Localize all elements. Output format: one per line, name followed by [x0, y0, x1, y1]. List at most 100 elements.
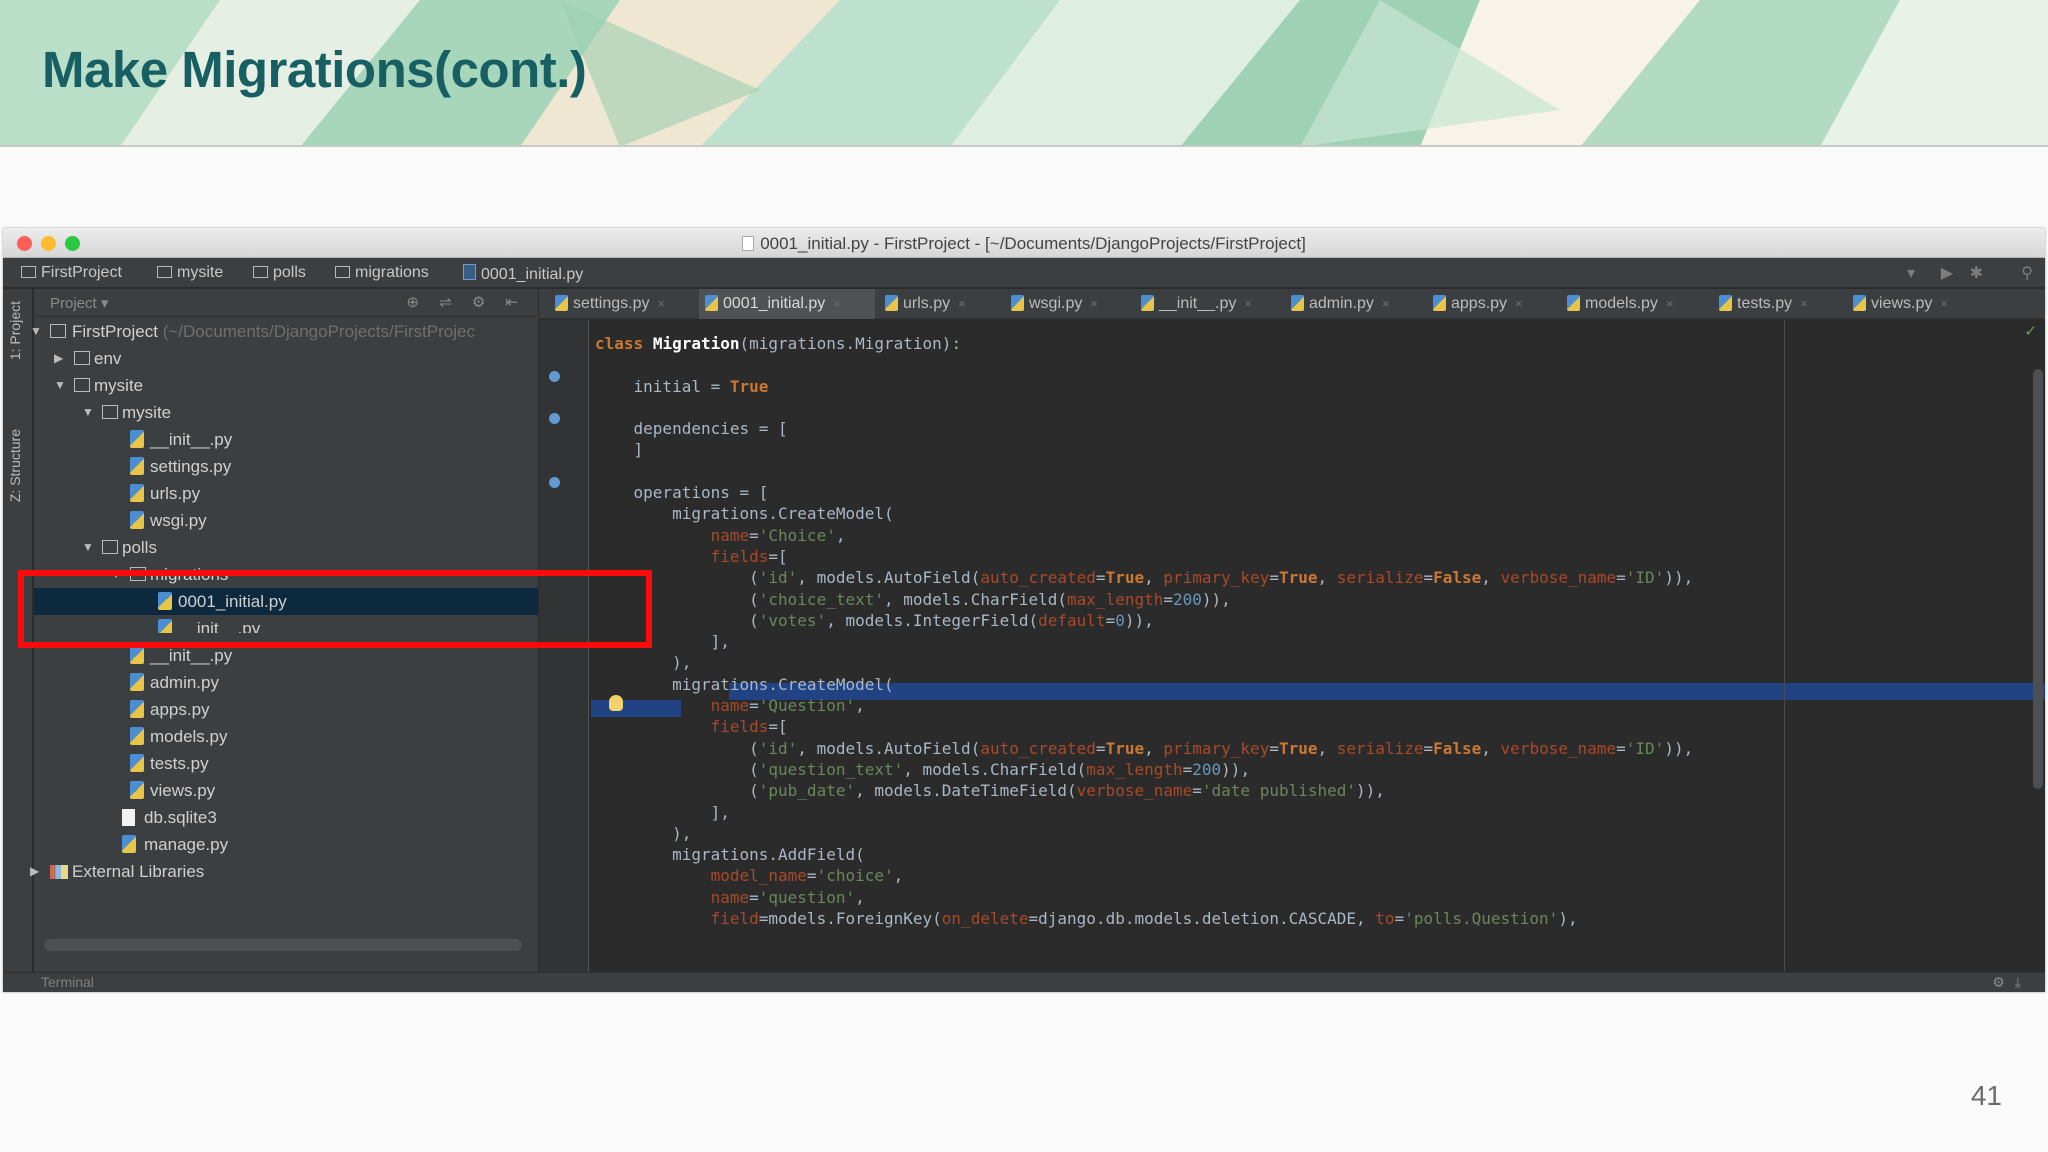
tree-item-external-libraries[interactable]: ▶ External Libraries: [30, 858, 538, 885]
debug-icon[interactable]: ✱: [1970, 263, 1983, 283]
terminal-tab[interactable]: Terminal: [41, 974, 94, 990]
project-panel: Project ▾ ⊕ ⇌ ⚙ ⇤ ▼ FirstProject (~/Docu…: [30, 289, 538, 972]
run-config-dropdown[interactable]: ▾: [1907, 263, 1915, 283]
page-number: 41: [1970, 1080, 2002, 1111]
tree-item-file[interactable]: wsgi.py: [34, 507, 538, 534]
tab-apps[interactable]: apps.py ×: [1427, 289, 1557, 319]
horizontal-scrollbar[interactable]: [44, 939, 522, 951]
tree-item-file[interactable]: settings.py: [34, 453, 538, 480]
code-text[interactable]: class Migration(migrations.Migration): i…: [595, 333, 1693, 929]
tree-item-mysite[interactable]: ▼ mysite: [34, 372, 538, 399]
close-tab-icon[interactable]: ×: [1244, 296, 1252, 311]
tree-item-file[interactable]: __init__.py: [34, 615, 538, 633]
folder-icon: [102, 540, 118, 554]
close-tab-icon[interactable]: ×: [1090, 296, 1098, 311]
tree-item-label: wsgi.py: [150, 511, 207, 530]
expand-arrow-icon[interactable]: ▼: [82, 534, 94, 561]
project-panel-tools[interactable]: ⊕ ⇌ ⚙ ⇤: [406, 293, 526, 311]
tree-item-mysite-inner[interactable]: ▼ mysite: [34, 399, 538, 426]
search-icon[interactable]: ⚲: [2021, 263, 2033, 283]
editor-gutter[interactable]: [539, 320, 589, 972]
code-editor[interactable]: settings.py × 0001_initial.py × urls.py × w…: [539, 289, 2045, 972]
tab-admin[interactable]: admin.py ×: [1285, 289, 1423, 319]
tree-item-label: manage.py: [144, 835, 229, 854]
expand-arrow-icon[interactable]: ▼: [30, 318, 42, 345]
tree-item-label: __init__.py: [150, 646, 233, 665]
breadcrumb-file[interactable]: 0001_initial.py: [463, 264, 583, 284]
breadcrumb-mysite[interactable]: mysite: [157, 264, 223, 282]
project-view-selector[interactable]: Project ▾: [50, 294, 108, 312]
tree-item-env[interactable]: ▶ env: [34, 345, 538, 372]
python-file-icon: [130, 754, 144, 772]
tab-settings[interactable]: settings.py ×: [549, 289, 697, 319]
tree-item-db[interactable]: db.sqlite3: [34, 804, 538, 831]
tab-tests[interactable]: tests.py ×: [1713, 289, 1843, 319]
tree-item-file[interactable]: __init__.py: [34, 642, 538, 669]
document-icon: [742, 236, 755, 251]
hide-panel-icon[interactable]: ⤓: [2015, 974, 2031, 990]
tab-wsgi[interactable]: wsgi.py ×: [1005, 289, 1129, 319]
expand-arrow-icon[interactable]: ▼: [82, 399, 94, 426]
tree-item-root[interactable]: ▼ FirstProject (~/Documents/DjangoProjec…: [30, 318, 538, 345]
close-tab-icon[interactable]: ×: [833, 296, 841, 311]
tree-item-file[interactable]: __init__.py: [34, 426, 538, 453]
tree-item-label: External Libraries: [72, 862, 205, 881]
library-icon: [50, 865, 68, 879]
breadcrumb-migrations[interactable]: migrations: [335, 264, 429, 282]
project-tool-tab[interactable]: 1: Project: [7, 301, 23, 360]
tree-item-label: db.sqlite3: [144, 808, 217, 827]
structure-tool-tab[interactable]: Z: Structure: [7, 429, 23, 502]
tree-item-file[interactable]: urls.py: [34, 480, 538, 507]
tab-views[interactable]: views.py ×: [1847, 289, 1977, 319]
close-tab-icon[interactable]: ×: [1515, 296, 1523, 311]
collapse-arrow-icon[interactable]: ▶: [54, 345, 63, 372]
close-tab-icon[interactable]: ×: [1800, 296, 1808, 311]
close-tab-icon[interactable]: ×: [1666, 296, 1674, 311]
vertical-scrollbar[interactable]: [2033, 369, 2043, 789]
run-icon[interactable]: ▶: [1941, 263, 1953, 283]
tab-models[interactable]: models.py ×: [1561, 289, 1709, 319]
tab-urls[interactable]: urls.py ×: [879, 289, 999, 319]
tree-item-file[interactable]: apps.py: [34, 696, 538, 723]
bottom-tools[interactable]: ⚙⤓: [1992, 974, 2031, 991]
breadcrumb-firstproject[interactable]: FirstProject: [21, 264, 122, 282]
python-file-icon: [130, 511, 144, 529]
close-tab-icon[interactable]: ×: [1940, 296, 1948, 311]
expand-arrow-icon[interactable]: ▼: [54, 372, 66, 399]
breadcrumb-label: FirstProject: [41, 264, 122, 281]
close-tab-icon[interactable]: ×: [958, 296, 966, 311]
bottom-tool-bar: Terminal ⚙⤓: [3, 972, 2045, 992]
tab-label: tests.py: [1737, 295, 1793, 312]
tree-item-file[interactable]: tests.py: [34, 750, 538, 777]
tree-item-migrations[interactable]: ▼ migrations: [34, 561, 538, 588]
folder-icon: [253, 266, 268, 278]
window-titlebar: 0001_initial.py - FirstProject - [~/Docu…: [3, 228, 2045, 258]
python-file-icon: [1291, 295, 1304, 311]
tree-item-label: polls: [122, 538, 157, 557]
folder-icon: [102, 405, 118, 419]
tree-item-label: mysite: [94, 376, 144, 395]
breadcrumb-polls[interactable]: polls: [253, 264, 306, 282]
tree-item-label: settings.py: [150, 457, 232, 476]
tree-item-file[interactable]: admin.py: [34, 669, 538, 696]
close-tab-icon[interactable]: ×: [1382, 296, 1390, 311]
python-file-icon: [130, 646, 144, 664]
gear-icon[interactable]: ⚙: [1992, 974, 2015, 990]
collapse-arrow-icon[interactable]: ▶: [30, 858, 39, 885]
tab-init[interactable]: __init__.py ×: [1135, 289, 1279, 319]
tree-item-selected-file[interactable]: 0001_initial.py: [34, 588, 538, 615]
expand-arrow-icon[interactable]: ▼: [110, 561, 122, 588]
tree-item-file[interactable]: models.py: [34, 723, 538, 750]
slide-title: Make Migrations(cont.): [42, 41, 587, 98]
project-panel-header: Project ▾ ⊕ ⇌ ⚙ ⇤: [34, 289, 538, 317]
tree-item-polls[interactable]: ▼ polls: [34, 534, 538, 561]
override-marker-icon[interactable]: [549, 477, 560, 488]
python-file-icon: [130, 781, 144, 799]
tree-item-file[interactable]: manage.py: [34, 831, 538, 858]
python-file-icon: [130, 700, 144, 718]
close-tab-icon[interactable]: ×: [657, 296, 665, 311]
tree-item-file[interactable]: views.py: [34, 777, 538, 804]
override-marker-icon[interactable]: [549, 371, 560, 382]
override-marker-icon[interactable]: [549, 413, 560, 424]
tab-0001-initial[interactable]: 0001_initial.py ×: [699, 289, 875, 319]
